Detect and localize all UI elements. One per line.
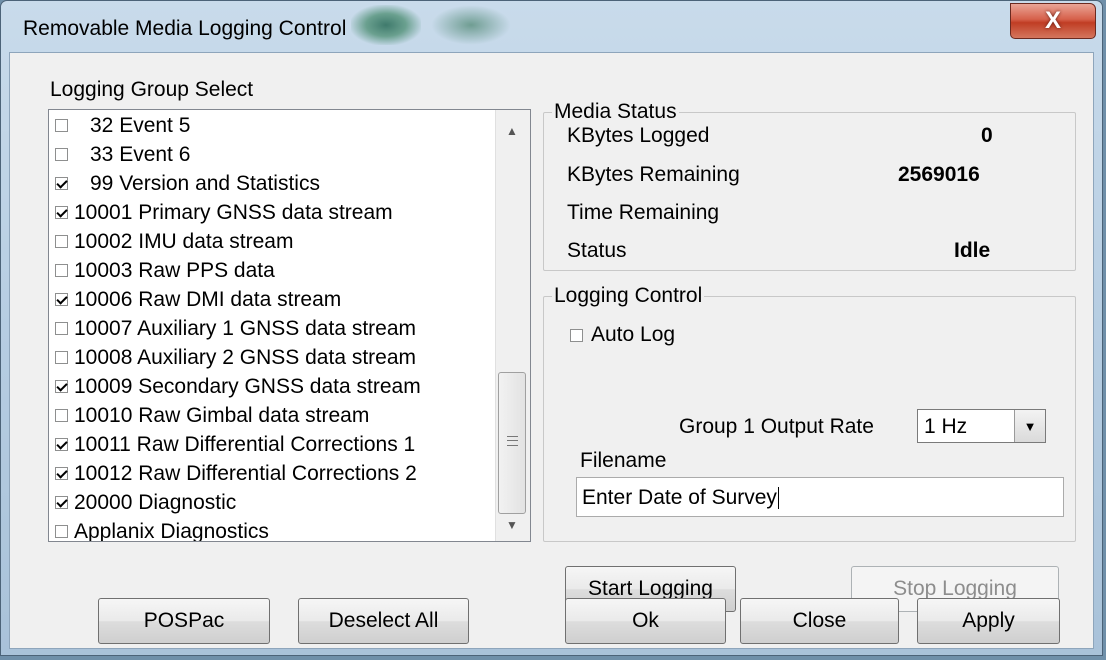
output-rate-label: Group 1 Output Rate: [679, 415, 874, 438]
logging-group-list[interactable]: 32 Event 5 33 Event 6 99 Version and Stati…: [48, 109, 531, 542]
kbytes-logged-label: KBytes Logged: [567, 124, 710, 147]
dialog-body: Logging Group Select 32 Event 5 33 Event …: [9, 52, 1094, 649]
pospac-label: POSPac: [143, 609, 225, 632]
kbytes-remaining-value: 2569016: [898, 163, 980, 186]
list-item-label: 10001 Primary GNSS data stream: [74, 200, 393, 224]
close-button[interactable]: Close: [740, 598, 899, 644]
list-item[interactable]: Applanix Diagnostics: [55, 517, 269, 542]
status-value: Idle: [954, 239, 991, 262]
list-item[interactable]: 10009 Secondary GNSS data stream: [55, 372, 421, 401]
close-icon: X: [1044, 7, 1061, 34]
kbytes-remaining-label: KBytes Remaining: [567, 163, 740, 186]
filename-value: Enter Date of Survey: [582, 486, 777, 509]
list-item-label: 10008 Auxiliary 2 GNSS data stream: [74, 345, 417, 369]
filename-input[interactable]: Enter Date of Survey: [576, 477, 1064, 517]
list-item[interactable]: 32 Event 5: [55, 111, 190, 140]
grip-icon: [507, 436, 518, 446]
list-item-label: 99 Version and Statistics: [90, 171, 320, 195]
list-item[interactable]: 99 Version and Statistics: [55, 169, 320, 198]
list-item[interactable]: 10011 Raw Differential Corrections 1: [55, 430, 415, 459]
list-item[interactable]: 10001 Primary GNSS data stream: [55, 198, 393, 227]
auto-log-checkbox[interactable]: Auto Log: [570, 323, 675, 347]
time-remaining-label: Time Remaining: [567, 201, 720, 224]
media-status-title: Media Status: [552, 100, 679, 124]
checkbox-unchecked-icon[interactable]: [55, 525, 68, 538]
checkbox-checked-icon[interactable]: [55, 177, 68, 190]
list-item-label: 10007 Auxiliary 1 GNSS data stream: [74, 316, 417, 340]
list-item[interactable]: 10012 Raw Differential Corrections 2: [55, 459, 417, 488]
list-item-label: 10006 Raw DMI data stream: [74, 287, 342, 311]
status-label: Status: [567, 239, 627, 262]
list-item[interactable]: 10008 Auxiliary 2 GNSS data stream: [55, 343, 416, 372]
ok-label: Ok: [632, 609, 659, 632]
logging-group-label: Logging Group Select: [50, 78, 254, 101]
aero-glass-decoration: [351, 5, 421, 45]
list-item[interactable]: 10002 IMU data stream: [55, 227, 293, 256]
list-item[interactable]: 33 Event 6: [55, 140, 190, 169]
output-rate-value: 1 Hz: [924, 415, 968, 438]
list-item[interactable]: 10010 Raw Gimbal data stream: [55, 401, 369, 430]
list-item-label: 10002 IMU data stream: [74, 229, 294, 253]
close-window-button[interactable]: X: [1010, 3, 1096, 39]
list-item-label: 10010 Raw Gimbal data stream: [74, 403, 370, 427]
list-item[interactable]: 10003 Raw PPS data: [55, 256, 275, 285]
kbytes-logged-value: 0: [981, 124, 993, 147]
deselect-all-label: Deselect All: [328, 609, 439, 632]
list-item-label: 10009 Secondary GNSS data stream: [74, 374, 421, 398]
apply-label: Apply: [962, 609, 1015, 632]
scroll-up-icon[interactable]: ▲: [506, 124, 518, 138]
checkbox-unchecked-icon[interactable]: [55, 264, 68, 277]
list-item-label: 20000 Diagnostic: [74, 490, 237, 514]
ok-button[interactable]: Ok: [565, 598, 726, 644]
pospac-button[interactable]: POSPac: [98, 598, 270, 644]
aero-glass-decoration: [431, 5, 511, 45]
window-title: Removable Media Logging Control: [23, 17, 347, 40]
checkbox-checked-icon[interactable]: [55, 206, 68, 219]
scroll-down-icon[interactable]: ▼: [506, 518, 518, 532]
list-item[interactable]: 10007 Auxiliary 1 GNSS data stream: [55, 314, 416, 343]
checkbox-unchecked-icon[interactable]: [55, 119, 68, 132]
apply-button[interactable]: Apply: [917, 598, 1060, 644]
checkbox-unchecked-icon[interactable]: [55, 235, 68, 248]
checkbox-checked-icon[interactable]: [55, 496, 68, 509]
list-item[interactable]: 10006 Raw DMI data stream: [55, 285, 341, 314]
logging-control-title: Logging Control: [552, 284, 705, 308]
deselect-all-button[interactable]: Deselect All: [298, 598, 469, 644]
checkbox-checked-icon[interactable]: [55, 438, 68, 451]
checkbox-checked-icon[interactable]: [55, 467, 68, 480]
dialog-window: Removable Media Logging Control X Loggin…: [0, 0, 1103, 656]
text-caret: [777, 487, 779, 510]
list-item-label: 10003 Raw PPS data: [74, 258, 275, 282]
checkbox-checked-icon[interactable]: [55, 380, 68, 393]
list-scrollbar[interactable]: ▲ ▼: [495, 110, 530, 541]
list-item-label: 10012 Raw Differential Corrections 2: [74, 461, 417, 485]
list-item-label: Applanix Diagnostics: [74, 519, 269, 542]
list-item-label: 32 Event 5: [90, 113, 191, 137]
checkbox-unchecked-icon[interactable]: [55, 148, 68, 161]
close-label: Close: [792, 609, 847, 632]
auto-log-check-icon[interactable]: [570, 328, 583, 342]
auto-log-label: Auto Log: [591, 323, 676, 346]
output-rate-select[interactable]: 1 Hz ▼: [917, 409, 1046, 443]
list-item-label: 33 Event 6: [90, 142, 191, 166]
list-item-label: 10011 Raw Differential Corrections 1: [74, 432, 416, 456]
filename-label: Filename: [580, 449, 667, 472]
scroll-thumb[interactable]: [498, 372, 526, 514]
chevron-down-icon[interactable]: ▼: [1014, 410, 1045, 442]
checkbox-unchecked-icon[interactable]: [55, 409, 68, 422]
checkbox-unchecked-icon[interactable]: [55, 351, 68, 364]
checkbox-checked-icon[interactable]: [55, 293, 68, 306]
list-item[interactable]: 20000 Diagnostic: [55, 488, 236, 517]
checkbox-unchecked-icon[interactable]: [55, 322, 68, 335]
title-bar[interactable]: Removable Media Logging Control X: [1, 1, 1102, 51]
